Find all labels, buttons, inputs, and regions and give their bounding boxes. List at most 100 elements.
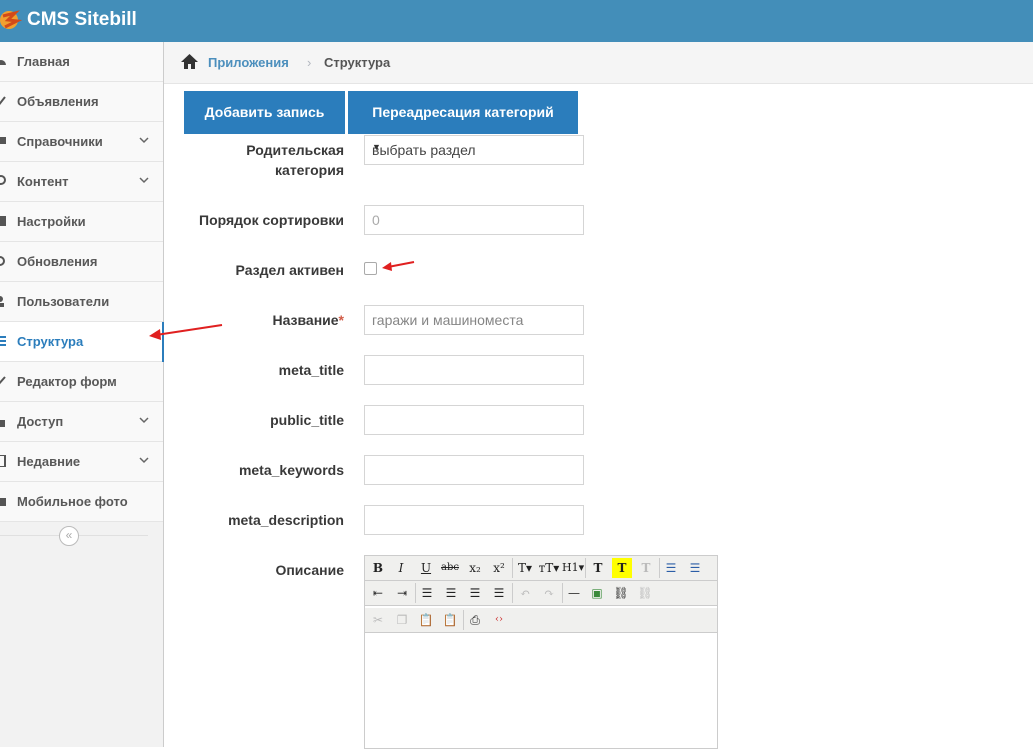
sidebar-collapse-button[interactable]: « <box>59 526 79 546</box>
redirect-categories-button[interactable]: Переадресация категорий <box>348 91 578 134</box>
name-input[interactable]: гаражи и машиноместа <box>364 305 584 335</box>
public-title-label: public_title <box>270 412 344 428</box>
annotation-arrow-icon <box>149 324 223 340</box>
sidebar-item-label: Редактор форм <box>17 374 117 389</box>
sidebar-item-mobile-photo[interactable]: Мобильное фото <box>0 482 163 522</box>
name-label-text: Название <box>272 312 339 328</box>
sidebar-item-content[interactable]: Контент <box>0 162 163 202</box>
breadcrumb-separator: › <box>307 55 312 70</box>
meta-keywords-label: meta_keywords <box>238 462 344 478</box>
sidebar-item-label: Мобильное фото <box>17 494 128 509</box>
active-checkbox[interactable] <box>364 262 377 275</box>
list-icon <box>0 336 6 346</box>
breadcrumb-link-applications[interactable]: Приложения <box>208 55 289 70</box>
toolbar-separator <box>562 583 563 603</box>
sidebar-item-label: Контент <box>17 174 69 189</box>
sidebar-item-references[interactable]: Справочники <box>0 122 163 162</box>
add-record-button[interactable]: Добавить запись <box>184 91 345 134</box>
camera-icon <box>0 498 6 506</box>
sidebar-item-label: Недавние <box>17 454 81 469</box>
justify-icon[interactable]: ☰ <box>489 583 509 603</box>
print-icon[interactable]: ⎙ <box>465 610 485 630</box>
horizontal-rule-icon[interactable]: — <box>564 583 584 603</box>
outdent-icon[interactable]: ⇤ <box>368 583 388 603</box>
sidebar-item-label: Главная <box>17 54 70 69</box>
paste-icon[interactable]: 📋 <box>416 610 436 630</box>
bullet-list-icon[interactable]: ☰ <box>661 558 681 578</box>
heading-icon[interactable]: H1▾ <box>562 558 584 578</box>
chevron-down-icon <box>139 137 149 144</box>
meta-description-label: meta_description <box>228 512 344 528</box>
sidebar-item-listings[interactable]: Объявления <box>0 82 163 122</box>
sidebar-item-recent[interactable]: Недавние <box>0 442 163 482</box>
editor-toolbar-row-2: ⇤ ⇥ ☰ ☰ ☰ ☰ ↶ ↷ — ▣ ⛓ ⛓ <box>365 581 717 606</box>
sidebar-item-structure[interactable]: Структура <box>0 322 164 362</box>
image-icon[interactable]: ▣ <box>587 583 607 603</box>
sort-order-input[interactable]: 0 <box>364 205 584 235</box>
breadcrumb-current: Структура <box>324 55 391 70</box>
meta-description-input[interactable] <box>364 505 584 535</box>
chevron-down-icon <box>139 417 149 424</box>
description-editor: B I U abc x₂ x² T▾ тT▾ H1▾ T T T ☰ ☰ ⇤ ⇥… <box>364 555 718 749</box>
name-value: гаражи и машиноместа <box>372 312 524 328</box>
home-icon[interactable] <box>181 54 198 69</box>
sidebar-item-access[interactable]: Доступ <box>0 402 163 442</box>
font-family-icon[interactable]: T▾ <box>515 558 535 578</box>
sidebar-item-home[interactable]: Главная <box>0 42 163 82</box>
link-icon[interactable]: ⛓ <box>611 583 631 603</box>
undo-icon[interactable]: ↶ <box>515 583 535 603</box>
font-size-icon[interactable]: тT▾ <box>537 558 561 578</box>
toolbar-separator <box>585 558 586 578</box>
unlink-icon[interactable]: ⛓ <box>635 583 655 603</box>
remove-format-icon[interactable]: T <box>636 558 656 578</box>
sidebar: Главная Объявления Справочники Контент Н… <box>0 42 164 747</box>
text-color-icon[interactable]: T <box>588 558 608 578</box>
align-right-icon[interactable]: ☰ <box>465 583 485 603</box>
meta-title-input[interactable] <box>364 355 584 385</box>
bold-icon[interactable]: B <box>368 558 388 578</box>
lock-icon <box>0 420 5 427</box>
align-center-icon[interactable]: ☰ <box>441 583 461 603</box>
leaf-icon <box>0 175 6 185</box>
sidebar-item-label: Справочники <box>17 134 103 149</box>
sidebar-item-updates[interactable]: Обновления <box>0 242 163 282</box>
sidebar-item-label: Обновления <box>17 254 98 269</box>
breadcrumb: Приложения › Структура <box>164 42 1033 84</box>
sidebar-item-settings[interactable]: Настройки <box>0 202 163 242</box>
source-code-icon[interactable]: ‹› <box>489 610 509 630</box>
annotation-arrow-icon <box>382 261 415 271</box>
parent-category-select[interactable]: выбрать раздел ▼ <box>364 135 584 165</box>
subscript-icon[interactable]: x₂ <box>465 558 485 578</box>
caret-down-icon: ▼ <box>372 142 381 152</box>
strikethrough-icon[interactable]: abc <box>440 558 460 578</box>
parent-category-label: Родительская категория <box>246 142 344 178</box>
brand-title[interactable]: CMS Sitebill <box>27 9 137 31</box>
align-left-icon[interactable]: ☰ <box>417 583 437 603</box>
paste-text-icon[interactable]: 📋 <box>440 610 460 630</box>
sidebar-item-users[interactable]: Пользователи <box>0 282 163 322</box>
numbered-list-icon[interactable]: ☰ <box>685 558 705 578</box>
sidebar-item-label: Доступ <box>17 414 64 429</box>
cut-icon[interactable]: ✂ <box>368 610 388 630</box>
italic-icon[interactable]: I <box>391 558 411 578</box>
indent-icon[interactable]: ⇥ <box>392 583 412 603</box>
sidebar-item-label: Настройки <box>17 214 86 229</box>
toolbar-separator <box>512 558 513 578</box>
toolbar-separator <box>463 610 464 630</box>
redo-icon[interactable]: ↷ <box>539 583 559 603</box>
superscript-icon[interactable]: x² <box>489 558 509 578</box>
toolbar-separator <box>659 558 660 578</box>
editor-content-area[interactable] <box>365 634 717 748</box>
underline-icon[interactable]: U <box>416 558 436 578</box>
active-label: Раздел активен <box>235 262 344 278</box>
highlight-icon[interactable]: T <box>612 558 632 578</box>
cog-icon <box>0 216 6 226</box>
meta-keywords-input[interactable] <box>364 455 584 485</box>
edit-icon <box>0 376 6 385</box>
copy-icon[interactable]: ❐ <box>392 610 412 630</box>
public-title-input[interactable] <box>364 405 584 435</box>
chevron-down-icon <box>139 177 149 184</box>
top-navbar: CMS Sitebill <box>0 0 1033 42</box>
sidebar-item-form-editor[interactable]: Редактор форм <box>0 362 163 402</box>
logo-icon <box>0 10 22 29</box>
